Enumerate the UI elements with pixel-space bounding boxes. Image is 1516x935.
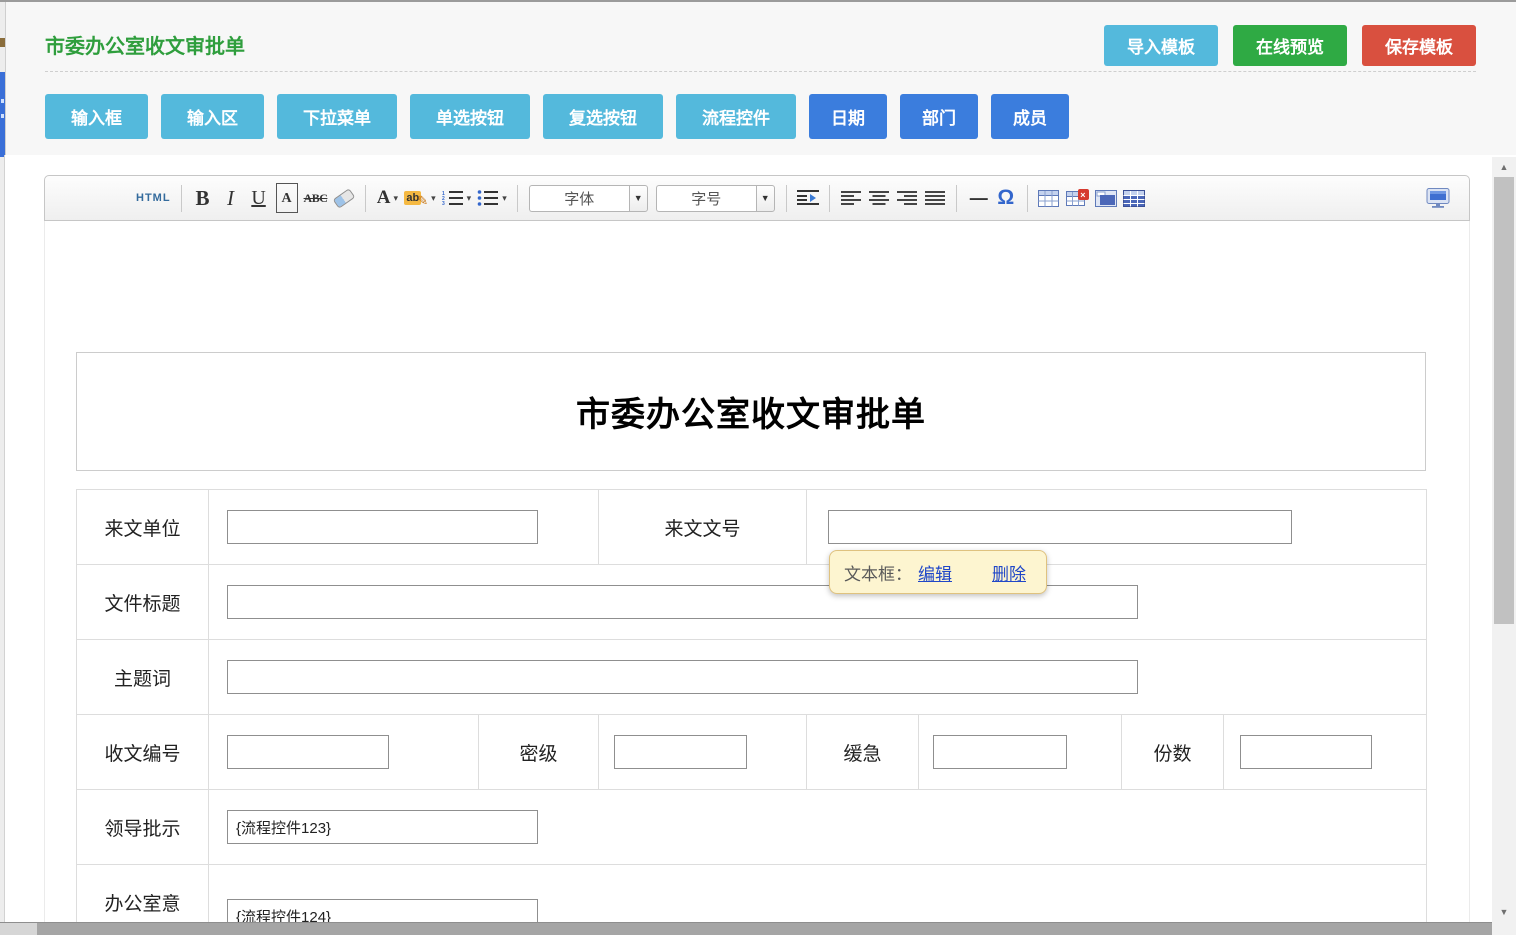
- table-row: 主题词: [77, 640, 1427, 715]
- font-color-icon[interactable]: A▾: [376, 183, 398, 213]
- doc-title-label: 文件标题: [77, 565, 209, 640]
- subject-input[interactable]: [227, 660, 1138, 694]
- template-actions: 导入模板 在线预览 保存模板: [1104, 25, 1476, 66]
- add-radio-button[interactable]: 单选按钮: [410, 94, 530, 139]
- editor-toolbar: HTML B I U A ABC A▾ ab✎▾ 123 ▾ ▾ 字体▼ 字号▼: [44, 175, 1470, 221]
- align-center-icon[interactable]: [868, 183, 890, 213]
- security-label: 密级: [479, 715, 599, 790]
- urgency-label: 缓急: [807, 715, 919, 790]
- approval-form-table: 来文单位 来文文号 文件标题 主题词 收文编号 密级 缓急 份数: [76, 489, 1427, 922]
- tooltip-label: 文本框：: [844, 560, 912, 585]
- edit-link[interactable]: 编辑: [918, 560, 952, 585]
- toolbar-separator: [1027, 185, 1028, 212]
- window-bottom-edge-left: [0, 923, 37, 935]
- copies-label: 份数: [1122, 715, 1224, 790]
- underline-icon[interactable]: U: [248, 183, 270, 213]
- unordered-list-icon[interactable]: ▾: [477, 183, 507, 213]
- vertical-scrollbar[interactable]: ▲ ▼: [1492, 157, 1516, 935]
- toolbar-separator: [786, 185, 787, 212]
- toolbar-separator: [365, 185, 366, 212]
- add-textarea-button[interactable]: 输入区: [161, 94, 264, 139]
- source-unit-label: 来文单位: [77, 490, 209, 565]
- editor-canvas[interactable]: 市委办公室收文审批单 来文单位 来文文号 文件标题 主题词 收文: [44, 221, 1470, 922]
- italic-icon[interactable]: I: [220, 183, 242, 213]
- urgency-input[interactable]: [933, 735, 1067, 769]
- security-input[interactable]: [614, 735, 747, 769]
- align-left-icon[interactable]: [840, 183, 862, 213]
- table-row: 文件标题: [77, 565, 1427, 640]
- svg-text:×: ×: [1080, 190, 1085, 200]
- indent-icon[interactable]: [797, 183, 819, 213]
- insert-table-icon[interactable]: [1038, 183, 1060, 213]
- toolbar-separator: [517, 185, 518, 212]
- doc-number-input[interactable]: [828, 510, 1292, 544]
- leader-instruction-label: 领导批示: [77, 790, 209, 865]
- scroll-down-icon[interactable]: ▼: [1492, 905, 1516, 919]
- toolbar-separator: [956, 185, 957, 212]
- horizontal-rule-icon[interactable]: —: [967, 183, 989, 213]
- add-department-button[interactable]: 部门: [900, 94, 978, 139]
- doc-number-label: 来文文号: [599, 490, 807, 565]
- add-date-button[interactable]: 日期: [809, 94, 887, 139]
- scroll-up-icon[interactable]: ▲: [1492, 160, 1516, 174]
- table-properties-icon[interactable]: [1123, 183, 1145, 213]
- online-preview-button[interactable]: 在线预览: [1233, 25, 1347, 66]
- special-char-icon[interactable]: Ω: [995, 183, 1017, 213]
- table-cell-icon[interactable]: [1095, 183, 1117, 213]
- add-checkbox-button[interactable]: 复选按钮: [543, 94, 663, 139]
- table-row: 收文编号 密级 缓急 份数: [77, 715, 1427, 790]
- document-title-box: 市委办公室收文审批单: [76, 352, 1426, 471]
- align-justify-icon[interactable]: [924, 183, 946, 213]
- control-toolbar: 输入框 输入区 下拉菜单 单选按钮 复选按钮 流程控件 日期 部门 成员: [45, 94, 1069, 139]
- boxed-a-icon[interactable]: A: [276, 183, 298, 213]
- toolbar-separator: [181, 185, 182, 212]
- source-unit-input[interactable]: [227, 510, 538, 544]
- header-divider: [45, 71, 1476, 72]
- import-template-button[interactable]: 导入模板: [1104, 25, 1218, 66]
- office-opinion-label: 办公室意: [77, 865, 209, 923]
- align-right-icon[interactable]: [896, 183, 918, 213]
- window-bottom-edge: [0, 922, 1492, 935]
- add-input-box-button[interactable]: 输入框: [45, 94, 148, 139]
- html-source-icon[interactable]: HTML: [136, 183, 171, 213]
- copies-input[interactable]: [1240, 735, 1372, 769]
- highlight-icon[interactable]: ab✎▾: [404, 183, 435, 213]
- bold-icon[interactable]: B: [192, 183, 214, 213]
- table-row: 办公室意: [77, 865, 1427, 923]
- eraser-icon[interactable]: [333, 183, 355, 213]
- leader-instruction-input[interactable]: [227, 810, 538, 844]
- office-opinion-input[interactable]: [227, 899, 538, 922]
- subject-label: 主题词: [77, 640, 209, 715]
- chevron-down-icon[interactable]: ▼: [629, 185, 648, 212]
- table-row: 领导批示: [77, 790, 1427, 865]
- toolbar-separator: [829, 185, 830, 212]
- save-template-button[interactable]: 保存模板: [1362, 25, 1476, 66]
- add-flow-control-button[interactable]: 流程控件: [676, 94, 796, 139]
- add-dropdown-button[interactable]: 下拉菜单: [277, 94, 397, 139]
- rich-text-editor: HTML B I U A ABC A▾ ab✎▾ 123 ▾ ▾ 字体▼ 字号▼: [5, 157, 1492, 922]
- delete-link[interactable]: 删除: [992, 560, 1026, 585]
- chevron-down-icon[interactable]: ▼: [756, 185, 775, 212]
- receipt-no-input[interactable]: [227, 735, 389, 769]
- scrollbar-thumb[interactable]: [1494, 177, 1514, 624]
- textbox-context-tooltip: 文本框： 编辑 删除: [829, 550, 1047, 594]
- font-size-select[interactable]: 字号▼: [656, 185, 775, 212]
- receipt-no-label: 收文编号: [77, 715, 209, 790]
- table-row: 来文单位 来文文号: [77, 490, 1427, 565]
- font-family-select[interactable]: 字体▼: [529, 185, 648, 212]
- fullscreen-icon[interactable]: [1426, 183, 1450, 213]
- svg-text:3: 3: [442, 201, 445, 206]
- page-title: 市委办公室收文审批单: [45, 30, 245, 59]
- ordered-list-icon[interactable]: 123 ▾: [442, 183, 472, 213]
- header: 市委办公室收文审批单 导入模板 在线预览 保存模板 输入框 输入区 下拉菜单 单…: [5, 2, 1516, 155]
- delete-table-icon[interactable]: ×: [1066, 183, 1089, 213]
- document-title: 市委办公室收文审批单: [576, 387, 926, 436]
- strikethrough-icon[interactable]: ABC: [304, 183, 328, 213]
- add-member-button[interactable]: 成员: [991, 94, 1069, 139]
